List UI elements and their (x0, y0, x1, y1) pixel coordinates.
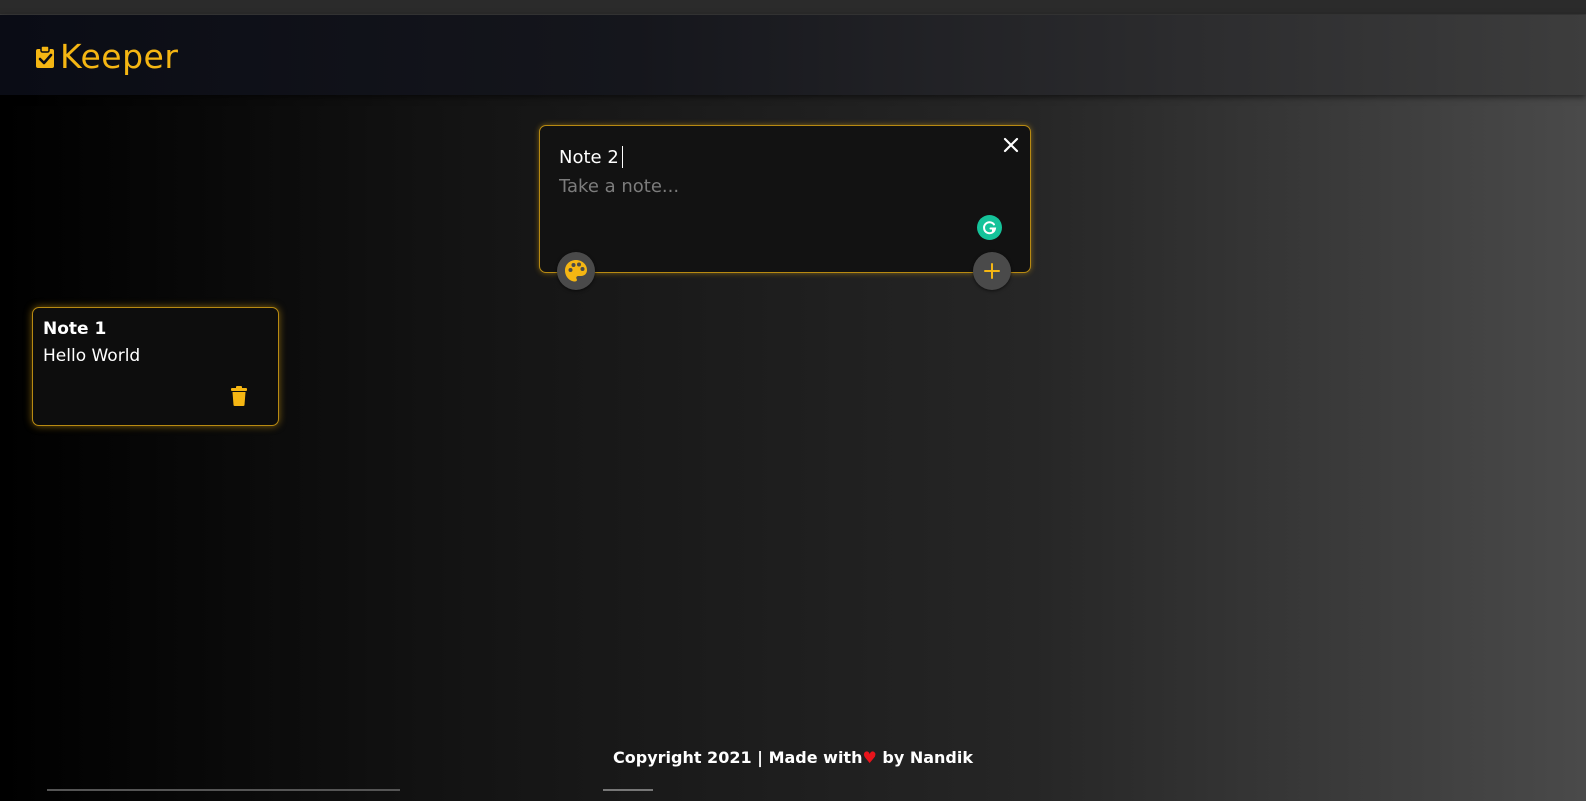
grammarly-button[interactable] (977, 215, 1002, 240)
create-note-form (539, 125, 1031, 273)
palette-icon (565, 260, 587, 282)
palette-button[interactable] (557, 252, 595, 290)
bottom-scroll-indicator (47, 789, 400, 791)
note-title-input[interactable] (559, 142, 939, 172)
trash-icon (231, 386, 247, 406)
note-card: Note 1 Hello World (32, 307, 279, 426)
footer-copyright: Copyright 2021 | Made with (613, 748, 863, 767)
note-content-input[interactable] (559, 176, 959, 202)
add-note-button[interactable] (973, 252, 1011, 290)
note-title: Note 1 (43, 319, 107, 339)
footer: Copyright 2021 | Made with♥ by Nandik (0, 748, 1586, 767)
note-content: Hello World (43, 346, 141, 366)
close-button[interactable] (1000, 134, 1022, 156)
footer-author: by Nandik (882, 748, 973, 767)
app-logo: Keeper (34, 37, 178, 77)
plus-icon (984, 263, 1000, 279)
close-icon (1003, 137, 1019, 153)
browser-top-strip (0, 0, 1586, 15)
clipboard-check-icon (36, 45, 54, 68)
text-caret (622, 146, 623, 168)
heart-icon: ♥ (862, 748, 877, 767)
bottom-scroll-indicator (603, 789, 653, 791)
delete-note-button[interactable] (229, 384, 249, 408)
app-title: Keeper (60, 37, 179, 76)
grammarly-icon (983, 221, 997, 235)
app-header: Keeper (0, 15, 1586, 95)
